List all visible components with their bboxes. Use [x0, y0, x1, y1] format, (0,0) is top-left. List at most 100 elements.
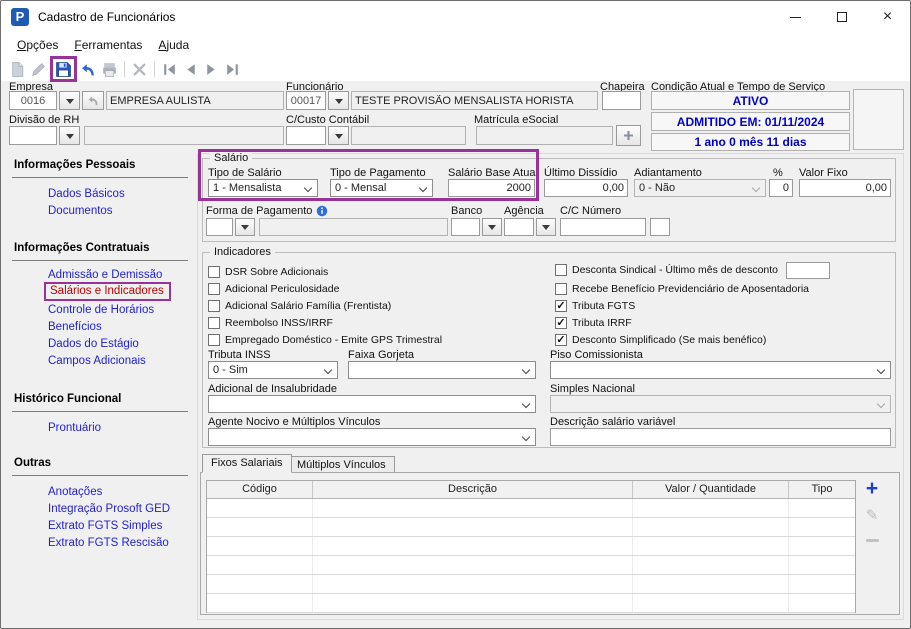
minimize-button[interactable] — [773, 1, 818, 33]
salario-base-field[interactable] — [448, 179, 535, 197]
checkbox-box[interactable]: ✓ — [555, 317, 567, 329]
funcionario-dropdown-button[interactable] — [328, 91, 349, 110]
tipo-pagamento-select[interactable]: 0 - Mensal — [330, 179, 433, 197]
column-header-descricao[interactable]: Descrição — [313, 481, 633, 498]
tab-fixos-salariais[interactable]: Fixos Salariais — [202, 454, 292, 473]
maximize-button[interactable] — [819, 1, 864, 33]
table-row[interactable] — [207, 594, 855, 613]
close-button[interactable]: × — [865, 1, 910, 33]
divisao-rh-dropdown-button[interactable] — [59, 126, 80, 145]
chevron-down-icon — [876, 365, 886, 375]
checkbox-box[interactable] — [208, 317, 220, 329]
sidebar-item-integracao-prosoft-ged[interactable]: Integração Prosoft GED — [48, 503, 170, 515]
agencia-dropdown-button[interactable] — [536, 218, 556, 236]
checkbox-adicional-periculosidade[interactable]: Adicional Periculosidade — [208, 282, 339, 296]
sidebar-item-prontuario[interactable]: Prontuário — [48, 422, 101, 434]
sidebar-item-controle-horarios[interactable]: Controle de Horários — [48, 304, 154, 316]
agencia-field[interactable] — [504, 218, 534, 236]
agente-nocivo-select[interactable] — [208, 428, 536, 446]
column-header-codigo[interactable]: Código — [207, 481, 313, 498]
column-header-tipo[interactable]: Tipo — [789, 481, 855, 498]
sidebar-item-campos-adicionais[interactable]: Campos Adicionais — [48, 355, 146, 367]
checkbox-box[interactable] — [208, 334, 220, 346]
percentual-field[interactable] — [769, 179, 793, 197]
empresa-dropdown-button[interactable] — [59, 91, 80, 110]
sidebar-item-beneficios[interactable]: Benefícios — [48, 321, 102, 333]
undo-button[interactable] — [78, 59, 99, 80]
table-row[interactable] — [207, 518, 855, 537]
sidebar-item-dados-basicos[interactable]: Dados Básicos — [48, 188, 125, 200]
nav-next-button[interactable] — [201, 59, 222, 80]
checkbox-recebe-beneficio-previdenciario[interactable]: Recebe Benefício Previdenciário de Apose… — [555, 282, 809, 296]
checkbox-dsr-sobre-adicionais[interactable]: DSR Sobre Adicionais — [208, 265, 328, 279]
checkbox-box[interactable]: ✓ — [555, 334, 567, 346]
ccusto-code-field[interactable] — [286, 126, 326, 145]
menu-ferramentas[interactable]: Ferramentas — [66, 35, 150, 55]
faixa-gorjeta-select[interactable] — [348, 361, 536, 379]
nav-first-button[interactable] — [159, 59, 180, 80]
banco-dropdown-button[interactable] — [482, 218, 502, 236]
grid-edit-button[interactable]: ✎ — [861, 506, 883, 524]
sidebar-item-extrato-fgts-simples[interactable]: Extrato FGTS Simples — [48, 520, 162, 532]
checkbox-desconta-sindical[interactable]: Desconta Sindical - Último mês de descon… — [555, 261, 831, 279]
empresa-revert-button[interactable] — [82, 91, 104, 110]
checkbox-box[interactable] — [555, 283, 567, 295]
chevron-down-icon — [521, 399, 531, 409]
menu-ajuda[interactable]: Ajuda — [150, 35, 197, 55]
table-row[interactable] — [207, 537, 855, 556]
valor-fixo-field[interactable] — [799, 179, 891, 197]
adiantamento-select[interactable]: 0 - Não — [634, 179, 766, 197]
delete-record-button[interactable] — [129, 59, 150, 80]
sidebar-item-dados-estagio[interactable]: Dados do Estágio — [48, 338, 139, 350]
checkbox-box[interactable]: ✓ — [555, 300, 567, 312]
nav-previous-button[interactable] — [180, 59, 201, 80]
checkbox-adicional-salario-familia[interactable]: Adicional Salário Família (Frentista) — [208, 299, 391, 313]
tab-multiplos-vinculos[interactable]: Múltiplos Vínculos — [288, 456, 395, 473]
cc-digito-field[interactable] — [650, 218, 670, 236]
menu-opcoes[interactable]: Opções — [9, 35, 66, 55]
edit-record-button[interactable] — [28, 59, 49, 80]
checkbox-box[interactable] — [208, 283, 220, 295]
checkbox-reembolso-inss-irrf[interactable]: Reembolso INSS/IRRF — [208, 316, 333, 330]
forma-pagamento-dropdown-button[interactable] — [235, 218, 255, 236]
sindical-mes-field[interactable] — [786, 261, 831, 279]
empresa-code-field[interactable] — [9, 91, 57, 110]
table-row[interactable] — [207, 556, 855, 575]
grid-remove-button[interactable] — [861, 533, 883, 542]
nav-last-button[interactable] — [222, 59, 243, 80]
adicional-insalubridade-select[interactable] — [208, 395, 536, 413]
piso-comissionista-select[interactable] — [550, 361, 891, 379]
ultimo-dissidio-field[interactable] — [544, 179, 628, 197]
checkbox-box[interactable] — [208, 266, 220, 278]
grid-add-button[interactable]: + — [861, 478, 883, 499]
checkbox-desconto-simplificado[interactable]: ✓ Desconto Simplificado (Se mais benéfico… — [555, 333, 766, 347]
checkbox-tributa-fgts[interactable]: ✓ Tributa FGTS — [555, 299, 635, 313]
main-panel: Salário Tipo de Salário 1 - Mensalista T… — [197, 152, 904, 620]
banco-field[interactable] — [451, 218, 480, 236]
sidebar-item-salarios-indicadores[interactable]: Salários e Indicadores — [44, 282, 171, 301]
divisao-rh-code-field[interactable] — [9, 126, 57, 145]
table-row[interactable] — [207, 575, 855, 594]
report-button[interactable] — [99, 59, 120, 80]
checkbox-box[interactable] — [208, 300, 220, 312]
checkbox-empregado-domestico[interactable]: Empregado Doméstico - Emite GPS Trimestr… — [208, 333, 442, 347]
new-record-button[interactable] — [7, 59, 28, 80]
checkbox-tributa-irrf[interactable]: ✓ Tributa IRRF — [555, 316, 632, 330]
descricao-salario-variavel-field[interactable] — [550, 428, 891, 446]
forma-pagamento-code-field[interactable] — [206, 218, 233, 236]
checkbox-box[interactable] — [555, 264, 567, 276]
sidebar-item-admissao-demissao[interactable]: Admissão e Demissão — [48, 269, 162, 281]
column-header-valor-quantidade[interactable]: Valor / Quantidade — [633, 481, 789, 498]
tipo-salario-select[interactable]: 1 - Mensalista — [208, 179, 318, 197]
chapeira-field[interactable] — [602, 91, 641, 110]
sidebar-item-extrato-fgts-rescisao[interactable]: Extrato FGTS Rescisão — [48, 537, 169, 549]
tributa-inss-select[interactable]: 0 - Sim — [208, 361, 338, 379]
sidebar-item-documentos[interactable]: Documentos — [48, 205, 113, 217]
matricula-esocial-add-button[interactable] — [616, 125, 641, 146]
save-button[interactable] — [53, 59, 74, 80]
sidebar-item-anotacoes[interactable]: Anotações — [48, 486, 102, 498]
ccusto-dropdown-button[interactable] — [328, 126, 349, 145]
table-row[interactable] — [207, 499, 855, 518]
funcionario-code-field[interactable] — [286, 91, 326, 110]
cc-numero-field[interactable] — [560, 218, 646, 236]
